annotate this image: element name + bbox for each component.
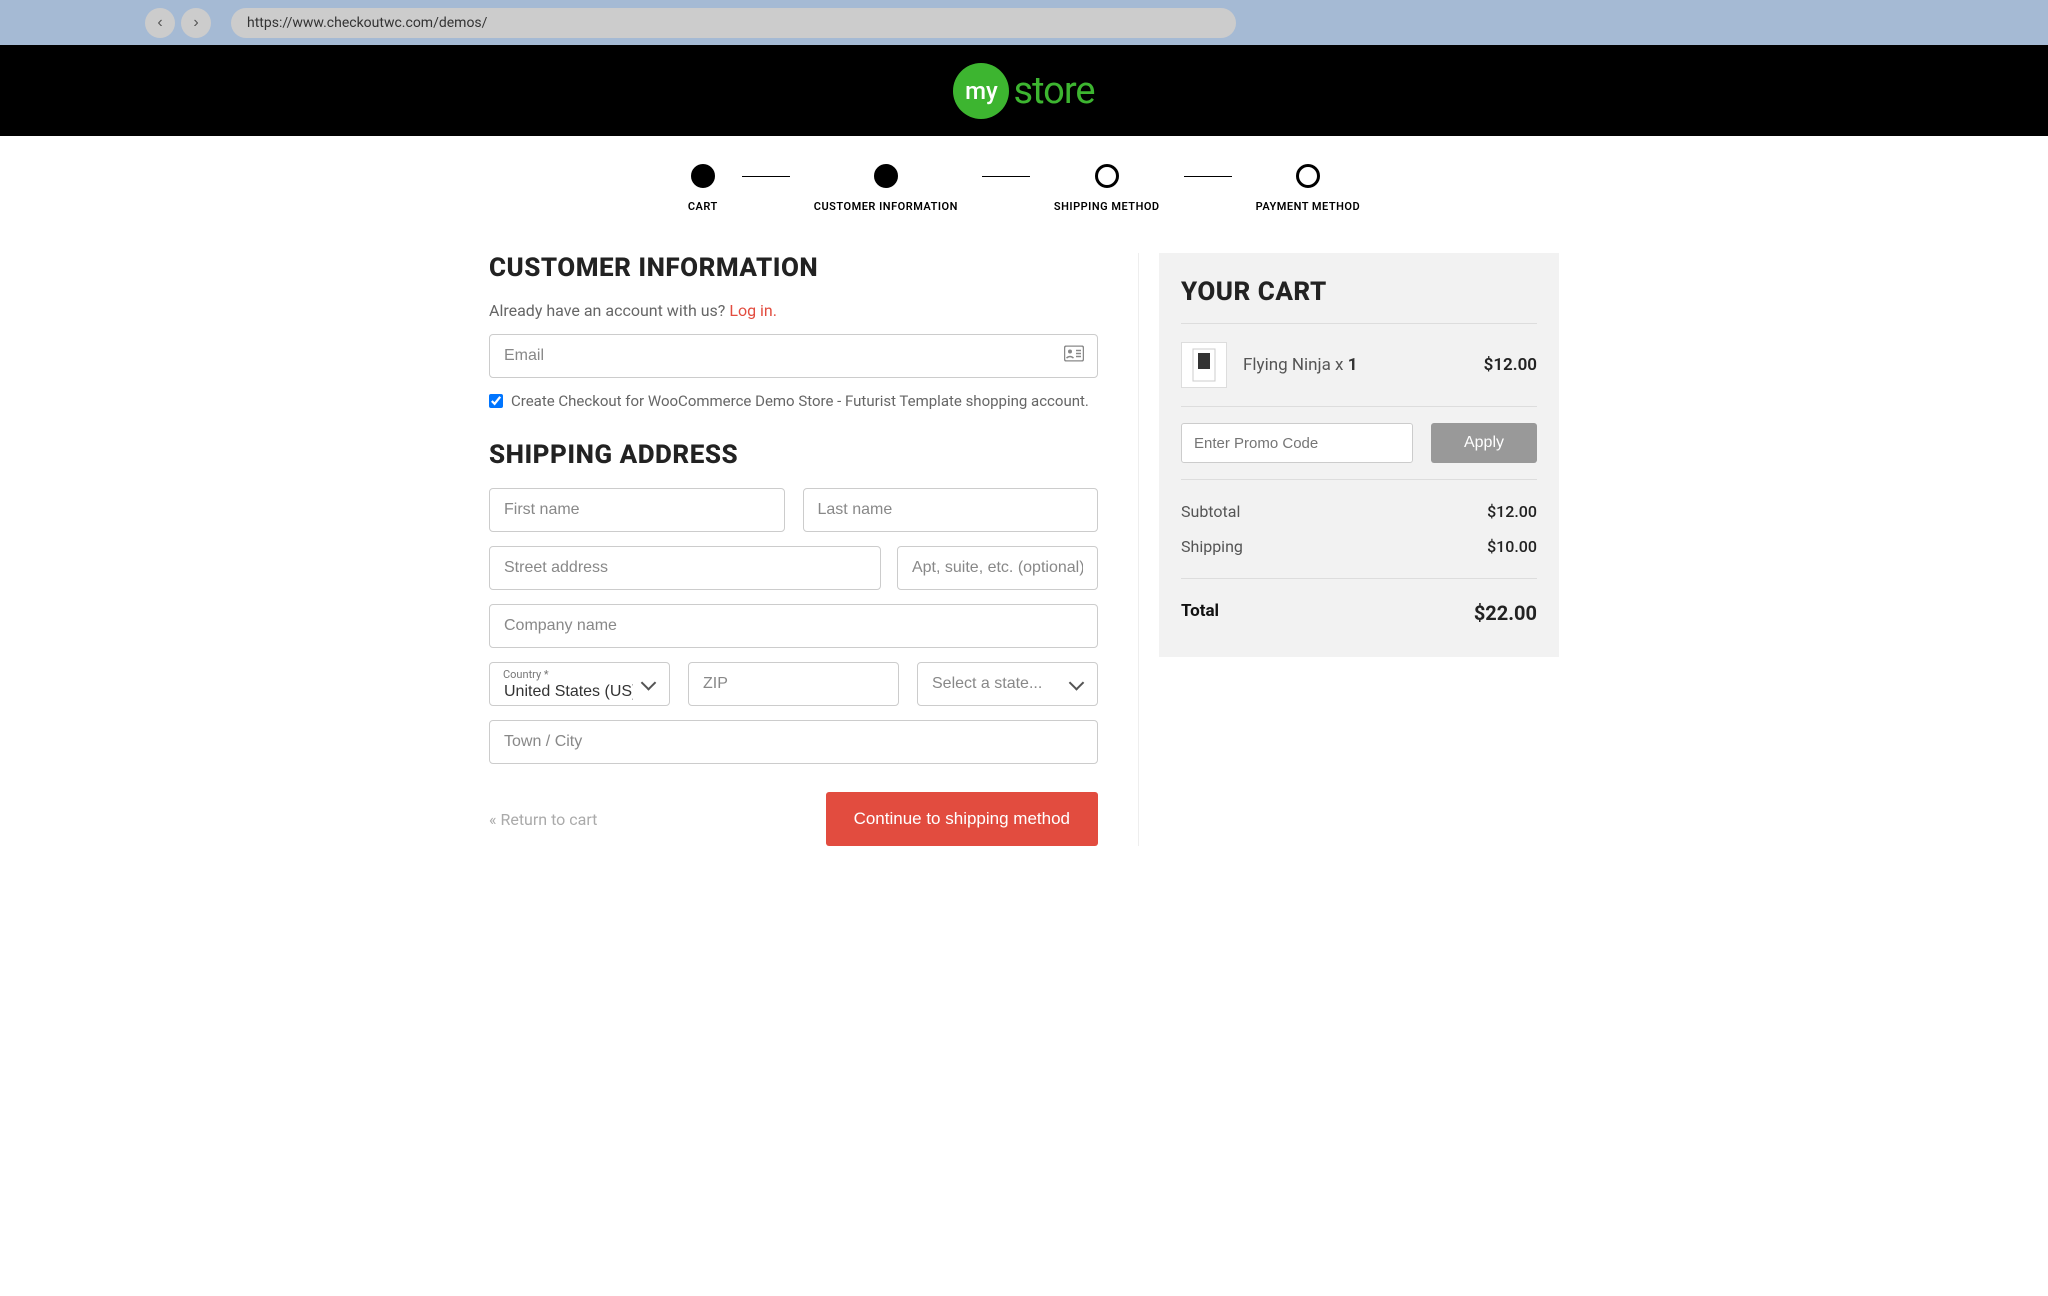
- country-select[interactable]: Country *: [489, 662, 670, 706]
- cart-item-qty: 1: [1348, 355, 1358, 375]
- continue-button[interactable]: Continue to shipping method: [826, 792, 1098, 846]
- logo[interactable]: my store: [953, 63, 1094, 119]
- divider: [1181, 323, 1537, 324]
- apt-suite-field[interactable]: [897, 546, 1098, 590]
- total-label: Total: [1181, 601, 1219, 625]
- return-to-cart-link[interactable]: « Return to cart: [489, 810, 597, 829]
- street-address-field[interactable]: [489, 546, 881, 590]
- login-prompt-text: Already have an account with us?: [489, 301, 729, 320]
- browser-chrome: ‹ › https://www.checkoutwc.com/demos/: [0, 0, 2048, 45]
- state-select[interactable]: [917, 662, 1098, 706]
- shipping-label: Shipping: [1181, 537, 1243, 556]
- step-cart[interactable]: CART: [688, 164, 718, 213]
- zip-field[interactable]: [688, 662, 899, 706]
- shipping-address-heading: SHIPPING ADDRESS: [489, 440, 1098, 470]
- main-content: CUSTOMER INFORMATION Already have an acc…: [489, 233, 1559, 866]
- cart-heading: YOUR CART: [1181, 277, 1537, 307]
- apply-promo-button[interactable]: Apply: [1431, 423, 1537, 463]
- step-shipping-method[interactable]: SHIPPING METHOD: [1054, 164, 1160, 213]
- step-label: SHIPPING METHOD: [1054, 200, 1160, 213]
- step-label: CART: [688, 200, 718, 213]
- logo-badge: my: [953, 63, 1009, 119]
- divider: [1181, 479, 1537, 480]
- login-link[interactable]: Log in.: [729, 301, 777, 320]
- company-name-field[interactable]: [489, 604, 1098, 648]
- create-account-label: Create Checkout for WooCommerce Demo Sto…: [511, 392, 1089, 410]
- divider: [1181, 578, 1537, 579]
- step-label: PAYMENT METHOD: [1256, 200, 1361, 213]
- subtotal-value: $12.00: [1487, 502, 1537, 521]
- cart-item-thumbnail: [1181, 342, 1227, 388]
- step-connector: [982, 176, 1030, 177]
- divider: [1181, 406, 1537, 407]
- cart-item: Flying Ninja x 1 $12.00: [1181, 342, 1537, 388]
- state-select-value[interactable]: [917, 662, 1098, 706]
- subtotal-row: Subtotal $12.00: [1181, 494, 1537, 529]
- contact-card-icon: [1064, 346, 1084, 367]
- cart-item-name: Flying Ninja x 1: [1243, 355, 1468, 375]
- step-payment-method[interactable]: PAYMENT METHOD: [1256, 164, 1361, 213]
- promo-code-field[interactable]: [1181, 423, 1413, 463]
- email-field[interactable]: [489, 334, 1098, 378]
- country-select-label: Country *: [503, 668, 549, 681]
- shipping-row: Shipping $10.00: [1181, 529, 1537, 564]
- login-prompt: Already have an account with us? Log in.: [489, 301, 1098, 320]
- step-connector: [742, 176, 790, 177]
- step-circle-icon: [1095, 164, 1119, 188]
- cart-item-name-text: Flying Ninja x: [1243, 355, 1348, 375]
- city-field[interactable]: [489, 720, 1098, 764]
- url-bar[interactable]: https://www.checkoutwc.com/demos/: [231, 8, 1236, 38]
- create-account-checkbox-row[interactable]: Create Checkout for WooCommerce Demo Sto…: [489, 392, 1098, 410]
- create-account-checkbox[interactable]: [489, 394, 503, 408]
- step-circle-icon: [1296, 164, 1320, 188]
- step-customer-info[interactable]: CUSTOMER INFORMATION: [814, 164, 958, 213]
- step-circle-icon: [874, 164, 898, 188]
- total-value: $22.00: [1474, 601, 1537, 625]
- step-label: CUSTOMER INFORMATION: [814, 200, 958, 213]
- last-name-field[interactable]: [803, 488, 1099, 532]
- browser-forward-button[interactable]: ›: [181, 8, 211, 38]
- browser-back-button[interactable]: ‹: [145, 8, 175, 38]
- first-name-field[interactable]: [489, 488, 785, 532]
- site-header: my store: [0, 45, 2048, 136]
- shipping-value: $10.00: [1487, 537, 1537, 556]
- checkout-steps: CART CUSTOMER INFORMATION SHIPPING METHO…: [0, 136, 2048, 233]
- step-circle-icon: [691, 164, 715, 188]
- total-row: Total $22.00: [1181, 593, 1537, 633]
- checkout-form: CUSTOMER INFORMATION Already have an acc…: [489, 253, 1139, 846]
- step-connector: [1184, 176, 1232, 177]
- cart-sidebar: YOUR CART Flying Ninja x 1 $12.00 Apply …: [1139, 253, 1559, 846]
- logo-word: store: [1013, 69, 1094, 113]
- cart-item-price: $12.00: [1484, 355, 1537, 375]
- url-text: https://www.checkoutwc.com/demos/: [247, 15, 487, 31]
- subtotal-label: Subtotal: [1181, 502, 1240, 521]
- customer-info-heading: CUSTOMER INFORMATION: [489, 253, 1098, 283]
